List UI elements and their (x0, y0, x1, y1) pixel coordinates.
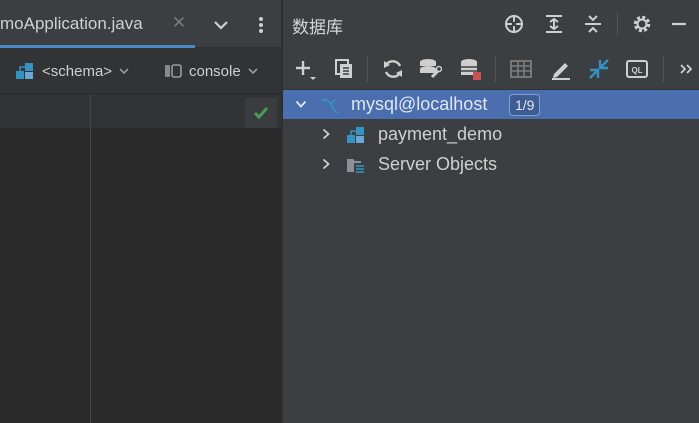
tree-row-schema[interactable]: payment_demo (283, 120, 699, 149)
expand-all-icon[interactable] (543, 13, 565, 35)
schema-icon (347, 127, 364, 143)
schema-selector-label: <schema> (42, 62, 113, 80)
editor-tab-active[interactable]: moApplication.java (0, 0, 200, 48)
editor-tab-bar: moApplication.java ✕ (0, 0, 281, 48)
editor-text-area[interactable] (0, 128, 281, 423)
tree-row-datasource[interactable]: mysql@localhost 1/9 (283, 90, 699, 119)
database-panel: 数据库 QL mysql@localhost 1/9 payment_demo … (283, 0, 699, 423)
database-toolbar: QL (283, 48, 699, 90)
editor-info-strip (0, 94, 281, 128)
toolbar-separator (663, 56, 664, 82)
panel-title: 数据库 (292, 18, 343, 38)
gear-icon[interactable] (631, 13, 653, 35)
table-icon[interactable] (509, 57, 533, 81)
toolbar-separator (495, 56, 496, 82)
jump-to-console-icon[interactable] (587, 57, 611, 81)
console-icon (165, 64, 182, 78)
query-console-icon[interactable]: QL (625, 57, 649, 81)
header-separator (617, 12, 618, 36)
datasource-label: mysql@localhost (351, 94, 488, 114)
server-objects-label: Server Objects (378, 154, 498, 174)
toolbar-separator (367, 56, 368, 82)
server-objects-icon (347, 159, 365, 174)
tree-row-server-objects[interactable]: Server Objects (283, 150, 699, 179)
db-properties-icon[interactable] (418, 57, 442, 81)
mysql-datasource-icon (321, 98, 339, 114)
edit-icon[interactable] (549, 57, 573, 81)
more-vertical-icon[interactable] (253, 14, 269, 36)
checkmark-icon (253, 107, 269, 120)
add-icon[interactable] (293, 57, 317, 81)
database-tree: mysql@localhost 1/9 payment_demo Server … (283, 90, 699, 423)
editor-pane: moApplication.java ✕ <schema> console (0, 0, 281, 423)
schema-icon (16, 63, 33, 79)
schema-selector[interactable]: <schema> (14, 60, 130, 82)
minimize-icon[interactable] (668, 13, 690, 35)
collapse-all-icon[interactable] (582, 13, 604, 35)
database-panel-header: 数据库 (283, 0, 699, 48)
chevron-right-icon[interactable] (320, 158, 332, 170)
refresh-icon[interactable] (381, 57, 405, 81)
editor-tab-title: moApplication.java (0, 14, 143, 33)
more-chevron-icon[interactable] (675, 57, 699, 81)
chevron-down-icon[interactable] (210, 14, 232, 36)
console-selector[interactable]: console (163, 60, 259, 82)
schema-count-badge: 1/9 (509, 94, 541, 116)
console-selector-label: console (189, 62, 241, 80)
editor-toolbar: <schema> console (0, 48, 281, 94)
locate-icon[interactable] (503, 13, 525, 35)
chevron-right-icon[interactable] (320, 128, 332, 140)
schema-label: payment_demo (378, 124, 503, 144)
chevron-down-icon[interactable] (295, 98, 307, 110)
svg-text:QL: QL (631, 66, 642, 75)
copy-icon[interactable] (332, 57, 356, 81)
inspection-status[interactable] (245, 98, 277, 128)
chevron-down-icon (248, 68, 258, 75)
chevron-down-icon (119, 68, 129, 75)
right-margin-guide (90, 94, 91, 423)
data-source-stop-icon[interactable] (458, 57, 482, 81)
close-icon[interactable]: ✕ (171, 14, 187, 31)
